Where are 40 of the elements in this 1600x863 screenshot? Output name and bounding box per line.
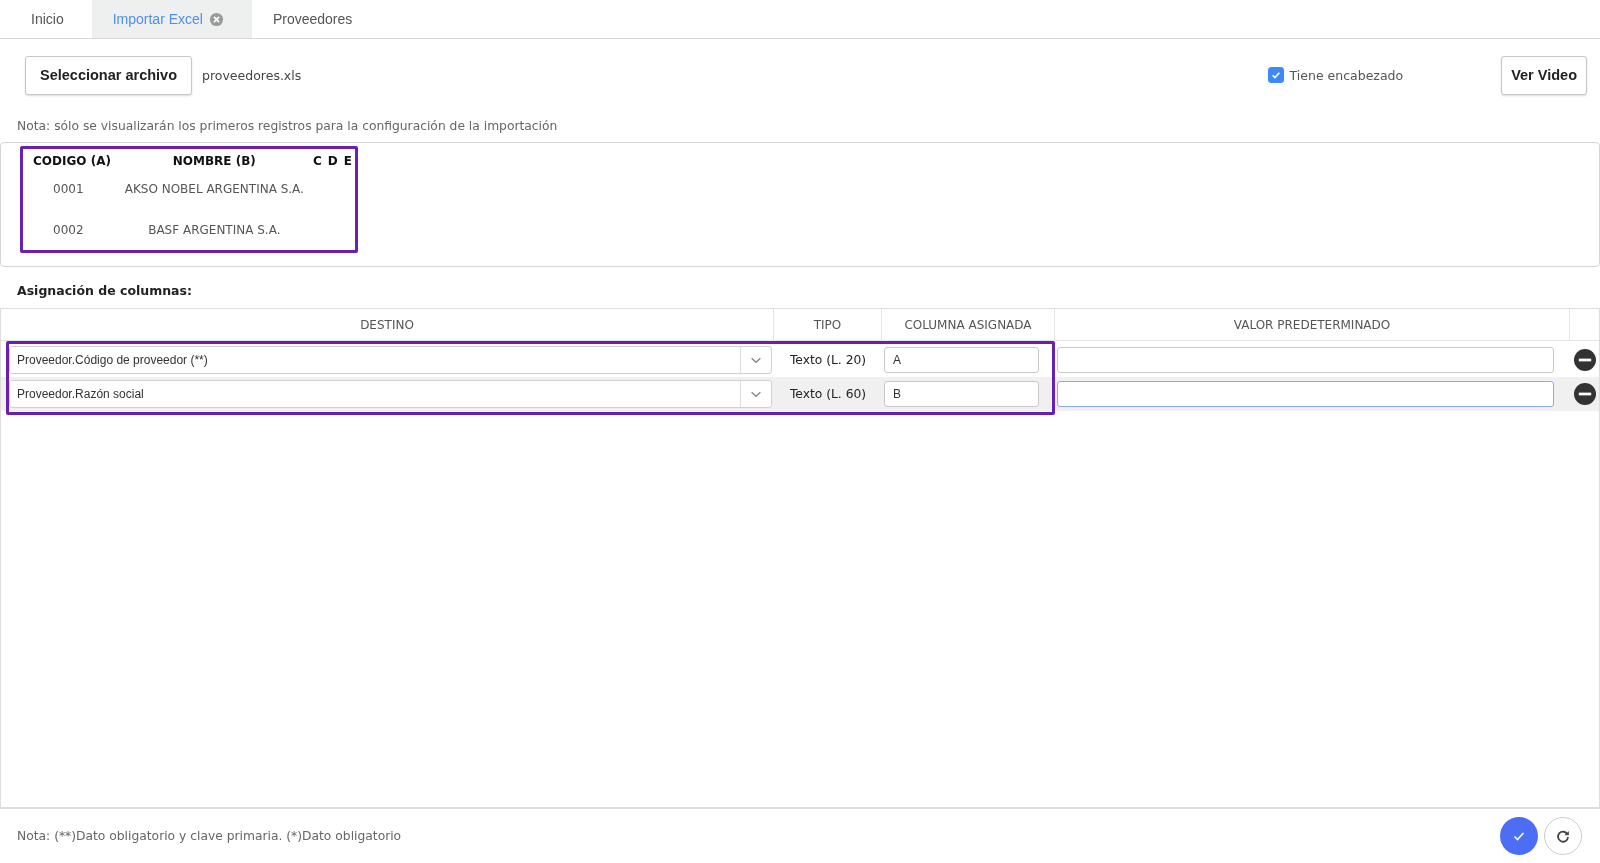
footer-note: Nota: (**)Dato obligatorio y clave primaria. (*)Dato obligatorio bbox=[16, 829, 403, 843]
column-header: CODIGO (A) bbox=[32, 153, 112, 168]
video-button[interactable]: Ver Video bbox=[1501, 55, 1587, 95]
checkbox-label: Tiene encabezado bbox=[1289, 67, 1404, 83]
input-field[interactable] bbox=[1057, 347, 1554, 373]
column-header: C bbox=[312, 153, 323, 168]
input-field[interactable] bbox=[1057, 381, 1554, 407]
remove-icon[interactable] bbox=[1573, 349, 1596, 371]
table-cell-text: AKSO NOBEL ARGENTINA S.A. bbox=[123, 180, 305, 198]
input-field[interactable]: B bbox=[884, 381, 1039, 407]
section-title: Asignación de columnas: bbox=[16, 282, 193, 300]
refresh-icon bbox=[1555, 828, 1571, 844]
tab[interactable]: Proveedores bbox=[251, 0, 381, 38]
select-file-button[interactable]: Seleccionar archivo bbox=[25, 55, 192, 95]
column-header: TIPO bbox=[774, 309, 882, 340]
column-header: D bbox=[326, 153, 339, 168]
column-header: COLUMNA ASIGNADA bbox=[882, 309, 1055, 340]
checkbox[interactable] bbox=[1267, 67, 1284, 83]
check-icon bbox=[1269, 69, 1282, 81]
table-cell-text: 0002 bbox=[52, 221, 85, 239]
column-header: DESTINO bbox=[1, 309, 774, 340]
column-header: NOMBRE (B) bbox=[171, 153, 257, 168]
dropdown[interactable]: Proveedor.Razón social bbox=[9, 380, 772, 408]
column-header: E bbox=[342, 153, 353, 168]
table-cell: Texto (L. 20) bbox=[789, 353, 867, 367]
file-name: proveedores.xls bbox=[202, 67, 302, 83]
tab[interactable]: Inicio bbox=[10, 0, 92, 38]
table-row[interactable]: Proveedor.Razón social Texto (L. 60) B bbox=[1, 377, 1599, 411]
column-header: VALOR PREDETERMINADO bbox=[1055, 309, 1570, 340]
confirm-button[interactable] bbox=[1500, 817, 1538, 855]
remove-icon[interactable] bbox=[1573, 383, 1596, 405]
preview-note: Nota: sólo se visualizarán los primeros registros para la configuración de la importación bbox=[16, 118, 559, 135]
table-cell-text: BASF ARGENTINA S.A. bbox=[147, 221, 282, 239]
input-field[interactable]: A bbox=[884, 347, 1039, 373]
table-row[interactable]: Proveedor.Código de proveedor (**) Texto (L. 20) A bbox=[1, 343, 1599, 377]
dropdown[interactable]: Proveedor.Código de proveedor (**) bbox=[9, 346, 772, 374]
close-icon[interactable] bbox=[208, 11, 224, 27]
table-cell: Texto (L. 60) bbox=[789, 387, 867, 401]
table-cell-text: 0001 bbox=[52, 180, 85, 198]
refresh-button[interactable] bbox=[1544, 817, 1582, 855]
